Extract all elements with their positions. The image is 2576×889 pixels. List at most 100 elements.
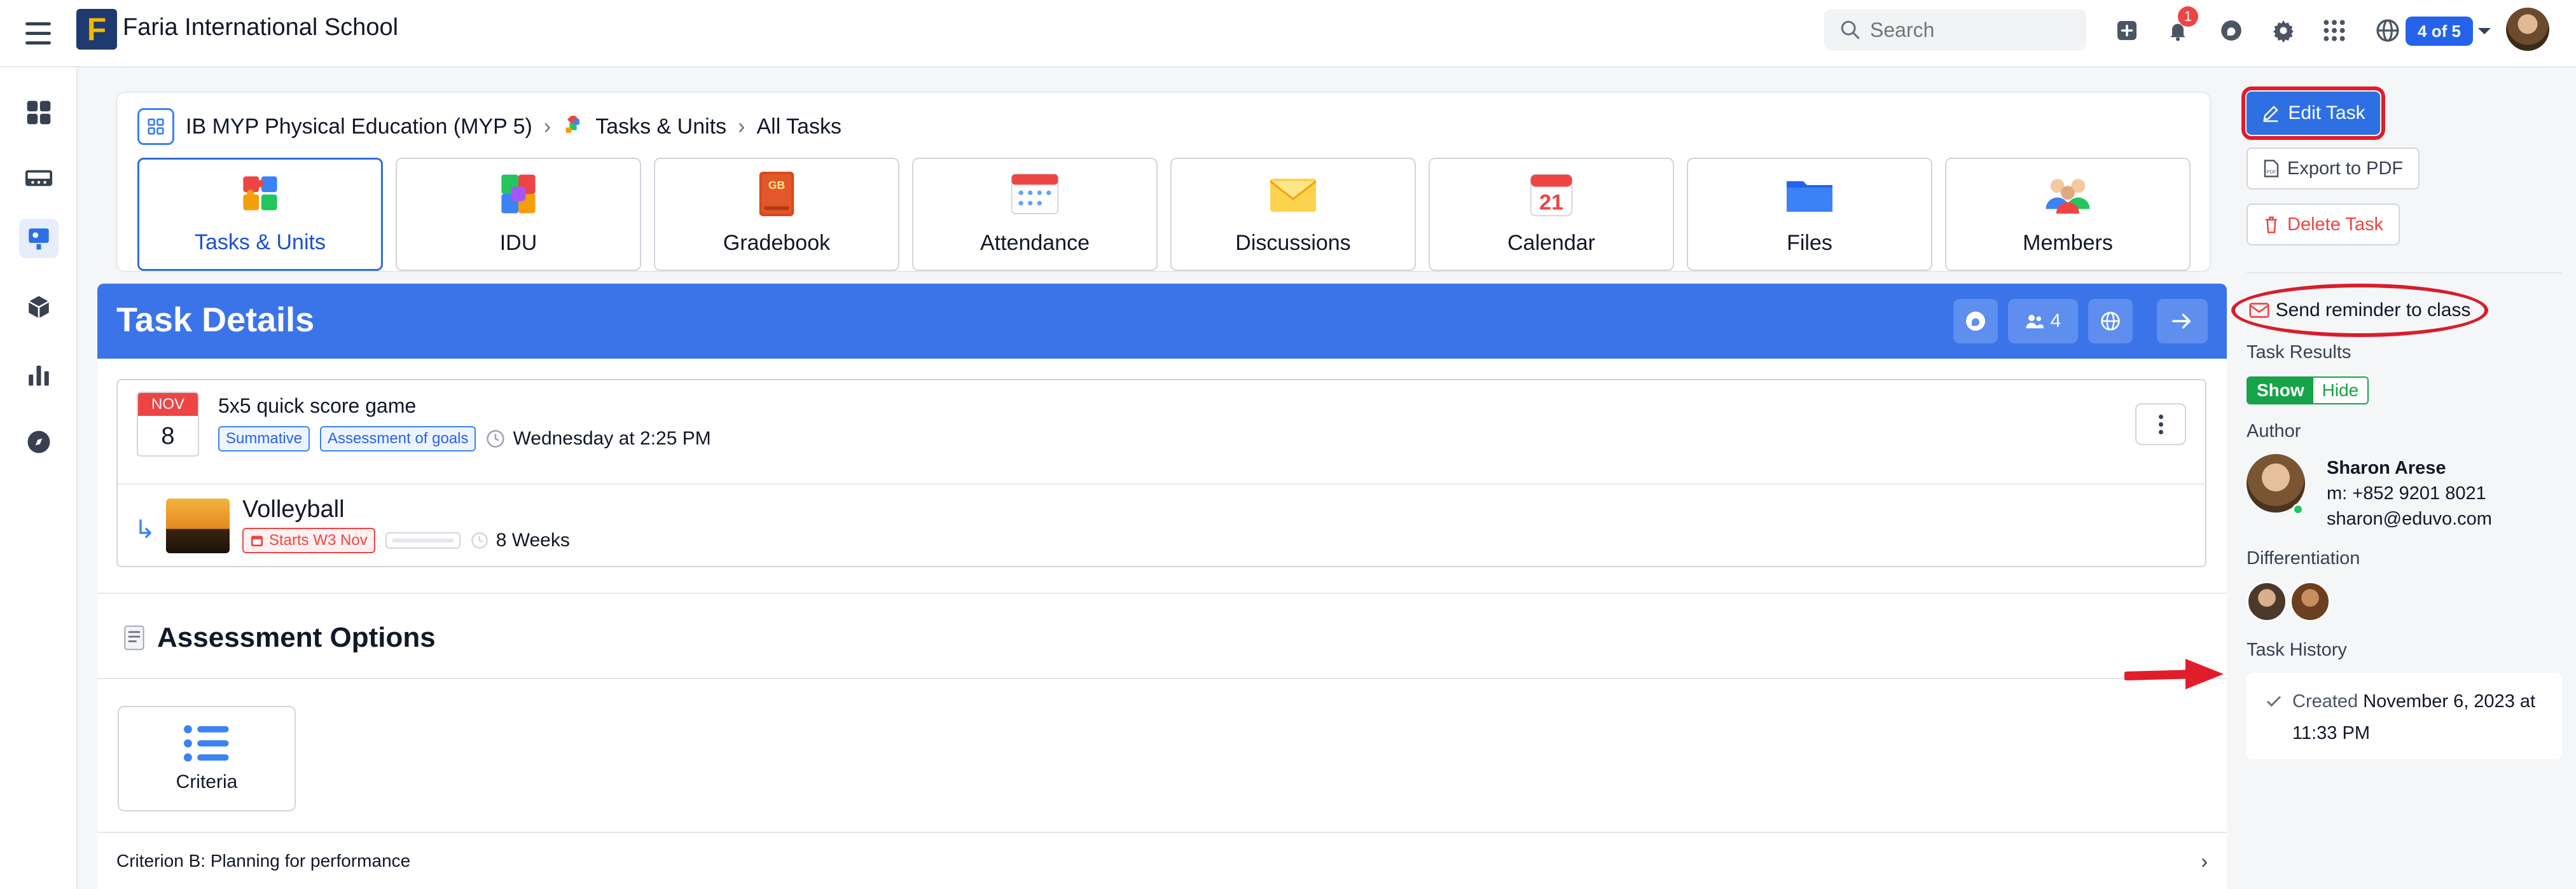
clock-icon: [487, 430, 505, 448]
tab-label: Attendance: [980, 231, 1090, 255]
chat-icon: [1966, 312, 1985, 331]
trash-icon: [2266, 216, 2277, 233]
author-name: Sharon Arese: [2327, 458, 2446, 478]
tab-idu[interactable]: IDU: [396, 158, 641, 271]
apps-grid-icon[interactable]: [2322, 18, 2347, 43]
comments-button[interactable]: [1953, 299, 1998, 343]
school-name[interactable]: Faria International School: [123, 14, 398, 41]
users-icon: [2025, 315, 2044, 329]
due-date-calendar: NOV 8: [137, 392, 199, 457]
visibility-button[interactable]: [2088, 299, 2133, 343]
author-email[interactable]: sharon@eduvo.com: [2327, 506, 2492, 532]
task-details-header: Task Details 4: [97, 284, 2227, 359]
divider: [97, 678, 2227, 679]
edit-task-button[interactable]: Edit Task: [2241, 86, 2385, 140]
annotation-arrow-icon: [2124, 659, 2224, 689]
chat-icon[interactable]: [2219, 18, 2244, 43]
check-icon: [2266, 696, 2282, 707]
left-sidebar: [0, 67, 78, 889]
menu-icon[interactable]: [25, 17, 51, 50]
unit-thumbnail[interactable]: [166, 499, 230, 553]
tab-label: Gradebook: [723, 231, 831, 255]
unit-duration: 8 Weeks: [471, 530, 570, 551]
members-count-button[interactable]: 4: [2008, 299, 2078, 343]
globe-icon[interactable]: [2375, 18, 2400, 43]
class-grid-icon[interactable]: [137, 108, 174, 145]
divider: [2247, 272, 2562, 273]
task-name: 5x5 quick score game: [218, 394, 417, 417]
tab-gradebook[interactable]: GB Gradebook: [654, 158, 899, 271]
user-avatar[interactable]: [2506, 8, 2549, 51]
tab-label: Calendar: [1507, 231, 1595, 255]
calendar-small-icon: [251, 535, 263, 547]
differentiation-label: Differentiation: [2247, 548, 2360, 569]
subdirectory-arrow-icon: ↳: [134, 516, 156, 544]
compass-icon[interactable]: [19, 422, 59, 462]
breadcrumb-section[interactable]: Tasks & Units: [595, 114, 726, 139]
task-summary-box: NOV 8 5x5 quick score game Summative Ass…: [116, 379, 2206, 567]
calendar-icon: 21: [1526, 169, 1577, 219]
task-options-button[interactable]: [2135, 403, 2186, 445]
dashboard-icon[interactable]: [19, 93, 59, 132]
analytics-icon[interactable]: [19, 355, 59, 394]
send-reminder-label: Send reminder to class: [2275, 300, 2471, 320]
search-box[interactable]: [1824, 9, 2086, 51]
due-text: Wednesday at 2:25 PM: [513, 428, 711, 449]
tab-discussions[interactable]: Discussions: [1170, 158, 1416, 271]
tab-tasks-units[interactable]: Tasks & Units: [137, 158, 383, 271]
criterion-row[interactable]: Criterion B: Planning for performance ›: [97, 832, 2227, 889]
unit-duration-text: 8 Weeks: [495, 530, 570, 551]
hide-option[interactable]: Hide: [2313, 378, 2368, 403]
history-time: 11:33 PM: [2292, 723, 2370, 743]
tab-label: Members: [2023, 231, 2113, 255]
edit-task-label: Edit Task: [2288, 102, 2365, 123]
class-switcher[interactable]: 4 of 5: [2406, 17, 2473, 46]
criterion-title: Criterion B: Planning for performance: [116, 851, 411, 871]
puzzle-icon: [235, 168, 286, 219]
divider: [97, 593, 2227, 594]
history-date: November 6, 2023 at: [2363, 691, 2536, 712]
classes-icon[interactable]: [19, 159, 59, 198]
export-pdf-label: Export to PDF: [2287, 158, 2404, 179]
folder-icon: [1784, 169, 1835, 219]
teaching-icon[interactable]: [19, 219, 59, 258]
show-option[interactable]: Show: [2248, 378, 2313, 403]
unit-name[interactable]: Volleyball: [242, 496, 345, 523]
tab-files[interactable]: Files: [1687, 158, 1932, 271]
chevron-right-icon: ›: [2201, 849, 2208, 872]
puzzle-small-icon: [565, 116, 580, 133]
svg-text:GB: GB: [768, 179, 785, 191]
differentiation-avatar[interactable]: [2247, 581, 2287, 622]
tab-label: Discussions: [1235, 231, 1351, 255]
chevron-down-icon[interactable]: [2478, 28, 2491, 34]
school-logo[interactable]: F: [76, 9, 117, 50]
tab-members[interactable]: Members: [1945, 158, 2191, 271]
tab-label: Tasks & Units: [195, 230, 326, 254]
history-created: Created: [2292, 691, 2358, 712]
add-icon[interactable]: [2114, 18, 2140, 43]
delete-task-button[interactable]: Delete Task: [2247, 203, 2400, 245]
clock-icon: [471, 532, 488, 549]
task-tags: Summative Assessment of goals Wednesday …: [218, 426, 711, 451]
pdf-icon: PDF: [2264, 160, 2279, 177]
list-icon: [183, 725, 229, 762]
tab-calendar[interactable]: 21 Calendar: [1429, 158, 1674, 271]
assessment-options-heading: Assessment Options: [120, 622, 436, 654]
online-status-dot: [2292, 504, 2304, 515]
arrow-right-icon: [2172, 314, 2191, 329]
search-icon: [1841, 20, 1860, 39]
criteria-option-card[interactable]: Criteria: [118, 706, 296, 811]
gear-icon[interactable]: [2271, 18, 2296, 43]
cube-icon[interactable]: [19, 287, 59, 327]
send-reminder-button[interactable]: Send reminder to class: [2231, 284, 2488, 337]
members-count: 4: [2050, 310, 2061, 331]
search-input[interactable]: [1870, 18, 2061, 42]
next-task-button[interactable]: [2157, 299, 2208, 343]
task-results-toggle[interactable]: Show Hide: [2247, 376, 2369, 404]
class-navigation-card: IB MYP Physical Education (MYP 5) › Task…: [116, 92, 2211, 272]
tab-attendance[interactable]: Attendance: [912, 158, 1158, 271]
task-history-entry: Created November 6, 2023 at 11:33 PM: [2247, 673, 2562, 759]
breadcrumb-course[interactable]: IB MYP Physical Education (MYP 5): [186, 114, 532, 139]
export-pdf-button[interactable]: PDF Export to PDF: [2247, 148, 2420, 190]
differentiation-avatar[interactable]: [2290, 581, 2330, 622]
